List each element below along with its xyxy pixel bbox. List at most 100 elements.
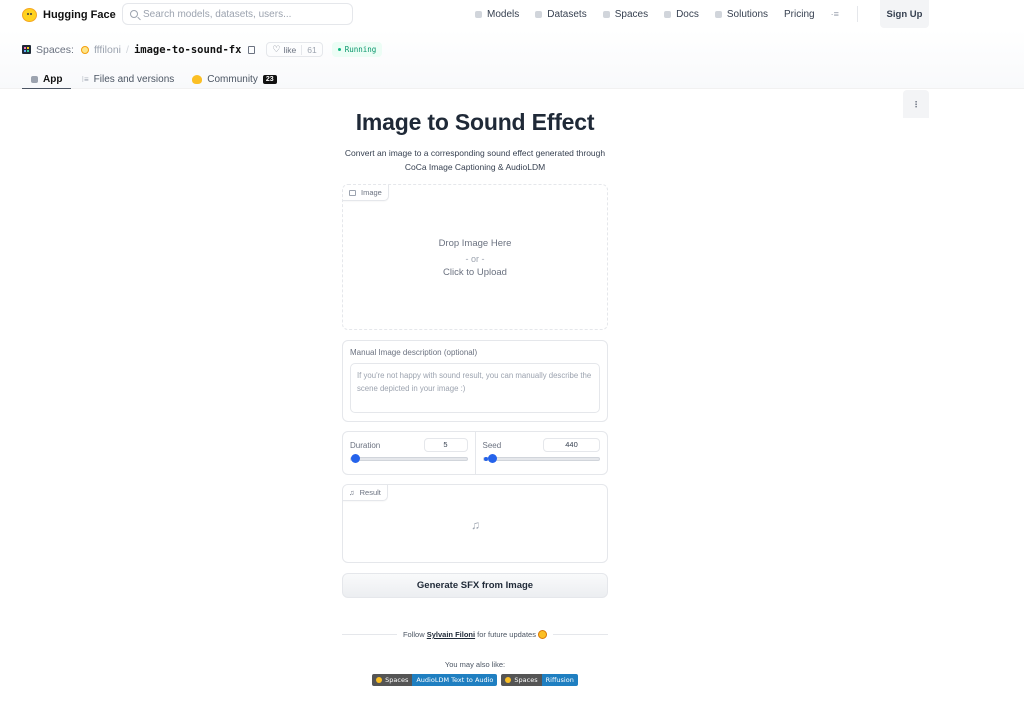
copy-icon[interactable] <box>248 45 256 54</box>
app-icon <box>31 75 38 83</box>
result-label-text: Result <box>359 488 381 497</box>
nav-link-solutions[interactable]: Solutions <box>714 8 769 20</box>
briefcase-icon <box>714 10 722 18</box>
follow-prefix: Follow <box>402 630 425 639</box>
slider-row: Duration 5 Seed 440 <box>342 431 608 475</box>
tab-files[interactable]: ⁝≡ Files and versions <box>73 70 182 89</box>
duration-slider[interactable] <box>350 454 468 463</box>
upload-instructions: Drop Image Here - or - Click to Upload <box>343 237 607 281</box>
image-label-text: Image <box>361 188 382 197</box>
hugging-face-logo-icon <box>22 8 37 22</box>
follow-text: Follow Sylvain Filoni for future updates <box>402 630 548 639</box>
divider <box>342 634 397 635</box>
seed-slider-thumb[interactable] <box>488 454 498 463</box>
files-icon: ⁝≡ <box>81 75 89 84</box>
nav-links: Models Datasets Spaces Docs Solutions Pr… <box>475 0 908 28</box>
seed-slider[interactable] <box>482 454 600 463</box>
follow-suffix: for future updates <box>477 630 536 639</box>
more-menu-icon[interactable]: ·≡ <box>831 9 839 19</box>
result-audio-block: ♫ Result ♫ <box>342 484 608 563</box>
tab-community[interactable]: Community 23 <box>184 70 284 89</box>
duration-slider-block: Duration 5 <box>343 432 475 474</box>
upload-drop-text: Drop Image Here <box>438 238 512 249</box>
result-label: ♫ Result <box>343 485 388 501</box>
manual-description-label: Manual Image description (optional) <box>350 348 478 357</box>
owner-avatar <box>80 45 89 54</box>
image-label: Image <box>343 185 389 201</box>
space-tabs: App ⁝≡ Files and versions Community 23 <box>22 70 287 89</box>
heart-icon: ♡ <box>272 44 281 54</box>
nav-link-spaces[interactable]: Spaces <box>602 8 649 20</box>
image-upload-dropzone[interactable]: Image Drop Image Here - or - Click to Up… <box>342 184 608 330</box>
database-icon <box>535 10 543 18</box>
tab-label: Community <box>207 74 258 85</box>
duration-number-input[interactable]: 5 <box>423 438 468 452</box>
hugging-face-icon <box>376 677 383 683</box>
upload-or-text: - or - <box>465 253 485 264</box>
nav-link-label: Spaces <box>614 8 649 20</box>
image-icon <box>349 189 356 196</box>
breadcrumb-separator: / <box>126 43 129 56</box>
repo-name[interactable]: image-to-sound-fx <box>134 44 241 56</box>
search-placeholder: Search models, datasets, users... <box>143 8 292 20</box>
duration-slider-thumb[interactable] <box>351 454 360 463</box>
manual-description-block: Manual Image description (optional) If y… <box>342 340 608 422</box>
space-header: Spaces: fffiloni / image-to-sound-fx ♡ li… <box>0 30 1024 118</box>
search-icon <box>130 10 138 18</box>
space-badge-riffusion[interactable]: Spaces Riffusion <box>501 674 578 686</box>
manual-description-textarea[interactable]: If you're not happy with sound result, y… <box>350 363 600 413</box>
tab-app[interactable]: App <box>22 70 72 89</box>
nav-link-docs[interactable]: Docs <box>664 9 699 20</box>
music-note-icon: ♫ <box>349 488 355 497</box>
music-note-icon: ♫ <box>471 518 480 532</box>
like-label: like <box>283 44 297 55</box>
space-breadcrumb: Spaces: fffiloni / image-to-sound-fx ♡ li… <box>22 42 383 57</box>
more-options-button[interactable]: ⋮ <box>903 90 929 118</box>
brand[interactable]: Hugging Face <box>22 8 116 22</box>
signup-button[interactable]: Sign Up <box>880 0 929 28</box>
nav-link-label: Datasets <box>547 8 587 20</box>
status-badge: Running <box>331 42 383 57</box>
upload-click-text: Click to Upload <box>443 267 507 278</box>
nav-link-models[interactable]: Models <box>475 9 519 20</box>
nav-link-pricing[interactable]: Pricing <box>784 9 815 20</box>
related-spaces: Spaces AudioLDM Text to Audio Spaces Rif… <box>342 674 608 686</box>
cube-icon <box>475 10 482 18</box>
community-icon <box>192 75 203 84</box>
page-description: Convert an image to a corresponding soun… <box>342 146 608 174</box>
follow-line: Follow Sylvain Filoni for future updates <box>342 630 609 639</box>
badge-right-text: Riffusion <box>541 674 578 686</box>
status-dot-icon <box>337 48 341 51</box>
description-line: Convert an image to a corresponding soun… <box>344 148 606 158</box>
tab-label: Files and versions <box>93 74 175 85</box>
nav-link-label: Models <box>487 8 520 20</box>
grid-icon <box>602 10 610 18</box>
top-navbar: Hugging Face Search models, datasets, us… <box>0 0 1024 30</box>
like-count: 61 <box>301 44 321 55</box>
badge-right-text: AudioLDM Text to Audio <box>412 674 498 686</box>
search-input[interactable]: Search models, datasets, users... <box>122 3 353 25</box>
nav-link-label: Solutions <box>726 8 769 20</box>
nav-link-label: Pricing <box>784 8 815 20</box>
badge-left-text: Spaces <box>514 676 538 684</box>
hugging-emoji-icon <box>538 630 548 639</box>
seed-slider-block: Seed 440 <box>474 432 608 474</box>
nav-link-datasets[interactable]: Datasets <box>535 8 587 20</box>
duration-label: Duration <box>350 440 381 450</box>
owner-link[interactable]: fffiloni <box>94 44 121 56</box>
page-title: Image to Sound Effect <box>355 109 595 135</box>
divider <box>553 634 609 635</box>
tab-label: App <box>43 73 63 85</box>
nav-link-label: Docs <box>676 8 699 20</box>
author-link[interactable]: Sylvain Filoni <box>427 630 475 639</box>
brand-name: Hugging Face <box>43 9 116 21</box>
space-badge-audioldm[interactable]: Spaces AudioLDM Text to Audio <box>372 674 498 686</box>
seed-number-input[interactable]: 440 <box>543 438 600 452</box>
community-count-badge: 23 <box>262 75 277 84</box>
hugging-face-icon <box>505 677 512 683</box>
generate-sfx-button[interactable]: Generate SFX from Image <box>342 573 608 598</box>
nav-divider <box>856 6 858 22</box>
spaces-label[interactable]: Spaces: <box>36 44 74 56</box>
gradio-app: Image to Sound Effect Convert an image t… <box>342 90 609 686</box>
like-button[interactable]: ♡ like 61 <box>266 42 323 57</box>
